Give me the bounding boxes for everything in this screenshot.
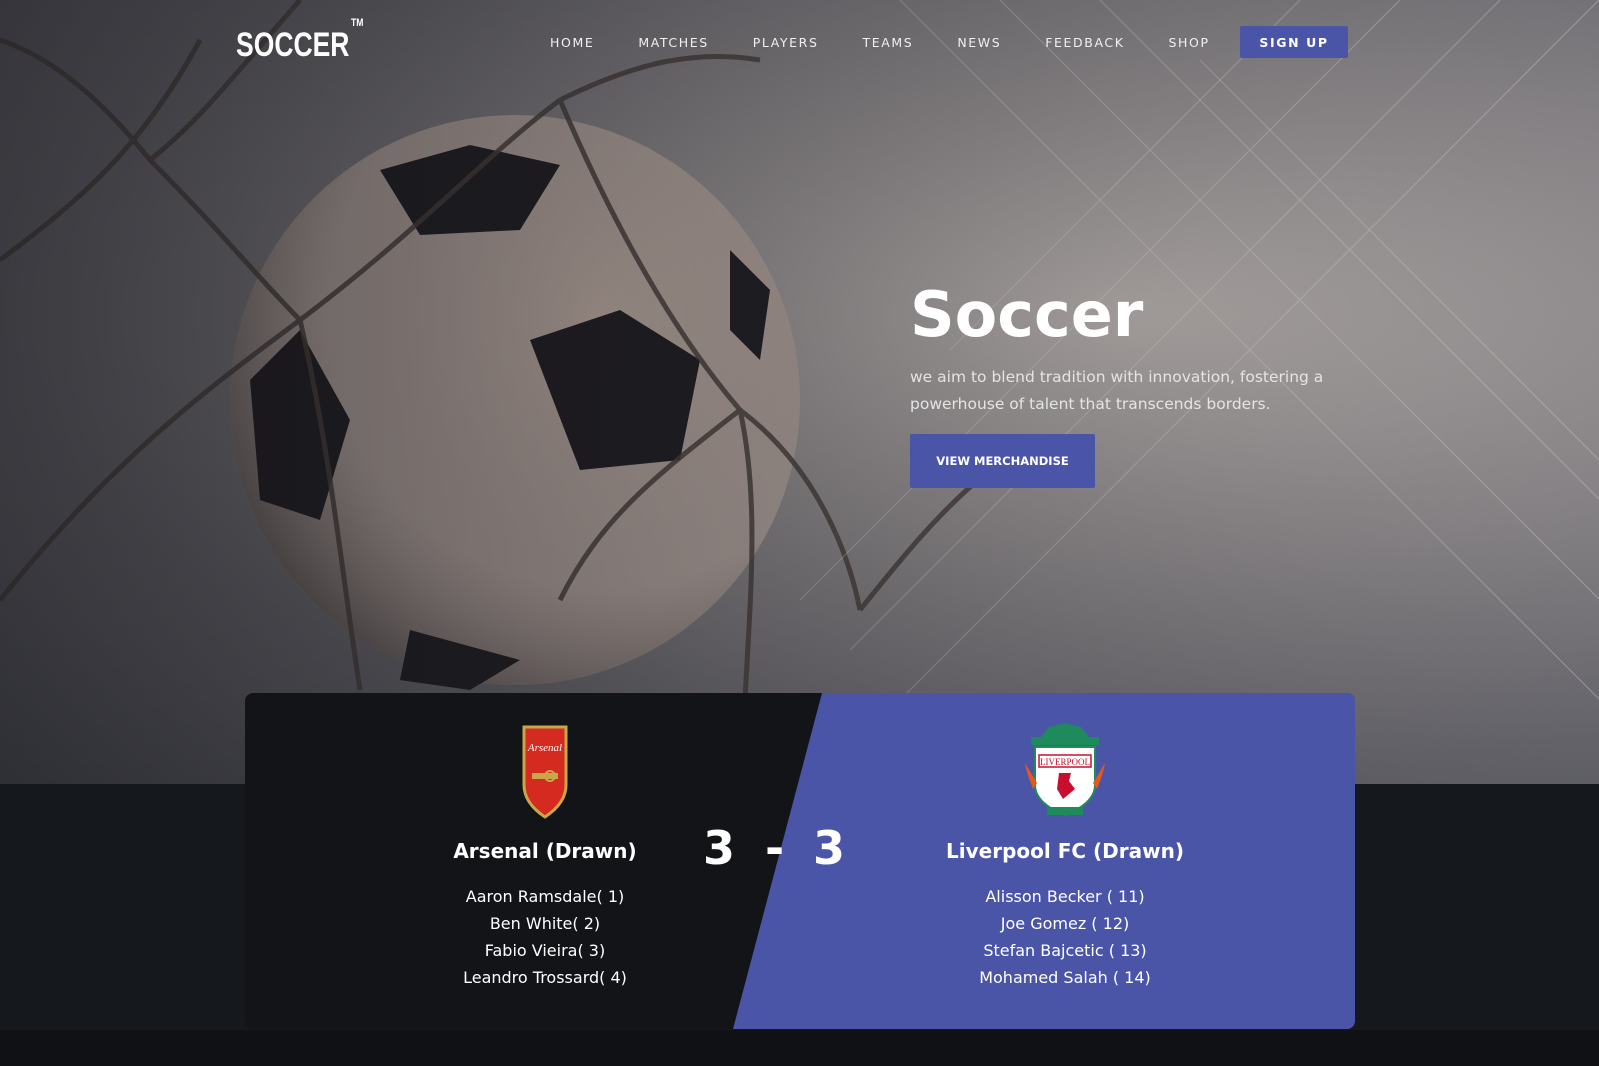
nav-players[interactable]: PLAYERS	[753, 35, 819, 50]
home-team: Arsenal Arsenal (Drawn) Aaron Ramsdale( …	[395, 723, 695, 991]
nav-feedback[interactable]: FEEDBACK	[1045, 35, 1124, 50]
liverpool-crest-icon: LIVERPOOL	[1025, 723, 1105, 817]
view-merchandise-button[interactable]: VIEW MERCHANDISE	[910, 434, 1095, 488]
site-logo[interactable]: SOCCERTM	[236, 17, 363, 65]
score-separator: -	[765, 821, 785, 875]
nav-news[interactable]: NEWS	[957, 35, 1001, 50]
list-item[interactable]: Ben White( 2)	[395, 910, 695, 937]
main-nav: HOME MATCHES PLAYERS TEAMS NEWS FEEDBACK…	[528, 26, 1232, 58]
footer-strip	[0, 1030, 1599, 1066]
home-score: 3	[703, 821, 736, 875]
nav-matches[interactable]: MATCHES	[638, 35, 708, 50]
sign-up-button[interactable]: SIGN UP	[1240, 26, 1348, 58]
nav-teams[interactable]: TEAMS	[863, 35, 914, 50]
crest-label: LIVERPOOL	[1040, 757, 1090, 767]
away-score: 3	[813, 821, 846, 875]
list-item[interactable]: Aaron Ramsdale( 1)	[395, 883, 695, 910]
away-player-list: Alisson Becker ( 11) Joe Gomez ( 12) Ste…	[915, 883, 1215, 991]
trademark-mark: TM	[351, 16, 364, 29]
hero-subtitle: we aim to blend tradition with innovatio…	[910, 368, 1324, 413]
away-team: LIVERPOOL Liverpool FC (Drawn) Alisson B…	[915, 723, 1215, 991]
list-item[interactable]: Stefan Bajcetic ( 13)	[915, 937, 1215, 964]
home-player-list: Aaron Ramsdale( 1) Ben White( 2) Fabio V…	[395, 883, 695, 991]
list-item[interactable]: Alisson Becker ( 11)	[915, 883, 1215, 910]
list-item[interactable]: Leandro Trossard( 4)	[395, 964, 695, 991]
list-item[interactable]: Joe Gomez ( 12)	[915, 910, 1215, 937]
home-team-name[interactable]: Arsenal (Drawn)	[395, 839, 695, 863]
nav-home[interactable]: HOME	[550, 35, 594, 50]
arsenal-crest-icon: Arsenal	[522, 725, 568, 819]
hero-title: Soccer	[910, 278, 1144, 351]
hero-background	[0, 0, 1599, 784]
nav-shop[interactable]: SHOP	[1169, 35, 1210, 50]
match-card: Arsenal Arsenal (Drawn) Aaron Ramsdale( …	[245, 693, 1355, 1029]
list-item[interactable]: Fabio Vieira( 3)	[395, 937, 695, 964]
logo-text: SOCCER	[236, 26, 350, 64]
list-item[interactable]: Mohamed Salah ( 14)	[915, 964, 1215, 991]
crest-label: Arsenal	[527, 742, 562, 754]
away-team-name[interactable]: Liverpool FC (Drawn)	[915, 839, 1215, 863]
